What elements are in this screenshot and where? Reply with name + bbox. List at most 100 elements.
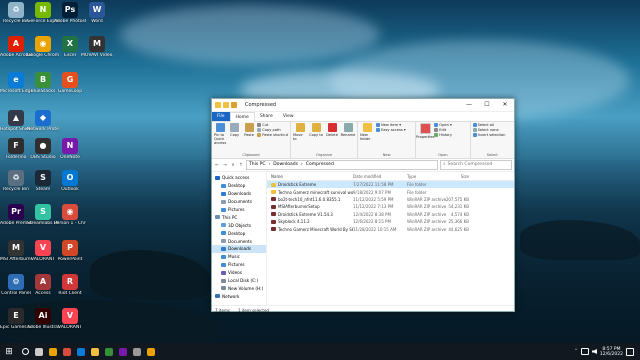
cut-button[interactable]: Cut xyxy=(257,123,288,127)
nav-item[interactable]: Documents xyxy=(212,237,266,245)
tab-file[interactable]: File xyxy=(212,112,230,121)
nav-item[interactable]: Pictures xyxy=(212,261,266,269)
properties-icon xyxy=(419,123,431,134)
nav-item[interactable]: This PC xyxy=(212,213,266,221)
minimize-button[interactable]: — xyxy=(460,99,478,111)
taskbar-search-button[interactable] xyxy=(18,343,32,360)
breadcrumb-compressed[interactable]: Compressed xyxy=(306,161,334,169)
taskbar-chrome-2-button[interactable] xyxy=(60,343,74,360)
taskbar-edge-button[interactable] xyxy=(74,343,88,360)
file-row[interactable]: Techno Gamerz minecraft survival world .… xyxy=(267,188,514,195)
taskbar-obs-button[interactable] xyxy=(130,343,144,360)
clock[interactable]: 8:57 PM 12/6/2022 xyxy=(600,347,623,357)
forward-button[interactable]: → xyxy=(222,163,228,168)
copy-path-button[interactable]: Copy path xyxy=(257,128,288,132)
nav-item[interactable]: Documents xyxy=(212,198,266,206)
nav-item[interactable]: Network xyxy=(212,292,266,300)
tab-share[interactable]: Share xyxy=(255,112,278,121)
close-button[interactable]: ✕ xyxy=(496,99,514,111)
select-all-button[interactable]: Select all xyxy=(472,123,506,127)
file-row[interactable]: Droidstick Extreme V1.54.3 12/4/2022 8:38… xyxy=(267,211,514,218)
new-item-button[interactable]: New item ▾ xyxy=(376,123,406,127)
history-button[interactable]: History xyxy=(434,133,452,137)
desktop-icon[interactable]: N OneNote xyxy=(54,138,86,160)
nav-item[interactable]: Downloads xyxy=(212,190,266,198)
file-size: 4,574 KB xyxy=(450,211,469,217)
taskbar-task-view-button[interactable] xyxy=(32,343,46,360)
archive-icon xyxy=(271,197,276,202)
new-folder-button[interactable]: New folder xyxy=(360,123,374,152)
taskbar-file-explorer-button[interactable] xyxy=(88,343,102,360)
search-input[interactable]: ⌕ Search Compressed xyxy=(440,160,512,170)
file-row[interactable]: Droidstick Extreme 7/27/2022 11:58 PM File… xyxy=(267,181,514,189)
column-type[interactable]: Type xyxy=(407,174,445,179)
nav-item[interactable]: Desktop xyxy=(212,229,266,237)
nav-item[interactable]: Videos xyxy=(212,269,266,277)
taskbar-chrome-button[interactable] xyxy=(46,343,60,360)
paste-button[interactable]: Paste xyxy=(243,123,255,152)
properties-button[interactable]: Properties xyxy=(416,123,434,152)
invert-selection-button[interactable]: Invert selection xyxy=(472,133,505,137)
file-row[interactable]: Techno Gamerz Minecraft World By SHA... 1… xyxy=(267,225,514,232)
easy-access-button[interactable]: Easy access ▾ xyxy=(376,128,406,132)
desktop-icon[interactable]: MMOVAVI Video... xyxy=(81,36,113,58)
file-name: Droidstick Extreme V1.54.3 xyxy=(278,211,333,217)
column-size[interactable]: Size xyxy=(445,174,469,179)
breadcrumb-downloads[interactable]: Downloads xyxy=(273,161,298,169)
up-button[interactable]: ↑ xyxy=(238,163,244,168)
network-icon[interactable] xyxy=(580,348,589,355)
breadcrumb-this-pc[interactable]: This PC xyxy=(249,161,265,169)
folder-icon[interactable] xyxy=(215,102,221,108)
nav-item[interactable]: Downloads xyxy=(212,245,266,253)
edit-button[interactable]: Edit xyxy=(434,128,452,132)
nav-item[interactable]: 3D Objects xyxy=(212,221,266,229)
move-to-button[interactable]: Move to xyxy=(293,123,307,152)
taskbar-chrome-3-button[interactable] xyxy=(144,343,158,360)
file-row[interactable]: Skyblock 4.11.2 12/6/2022 8:15 PM WinRAR Z… xyxy=(267,218,514,225)
column-name[interactable]: Name xyxy=(267,174,353,179)
back-button[interactable]: ← xyxy=(214,163,220,168)
rename-button[interactable]: Rename xyxy=(341,123,355,152)
maximize-button[interactable]: ☐ xyxy=(478,99,496,111)
taskbar-app-purple-button[interactable] xyxy=(116,343,130,360)
folder-icon[interactable] xyxy=(223,102,229,108)
move-to-icon xyxy=(295,123,305,132)
column-date-modified[interactable]: Date modified xyxy=(353,174,407,179)
address-bar[interactable]: This PC › Downloads › Compressed xyxy=(246,160,438,170)
desktop-icon[interactable]: ◆Network Protect... xyxy=(27,110,59,132)
desktop-icon[interactable]: O Outlook xyxy=(54,170,86,192)
open-button[interactable]: Open ▾ xyxy=(434,123,452,127)
nav-item[interactable]: New Volume (H:) xyxy=(212,284,266,292)
nav-item[interactable]: Pictures xyxy=(212,206,266,214)
start-button[interactable]: ⊞ xyxy=(0,343,18,360)
tab-view[interactable]: View xyxy=(278,112,299,121)
file-date: 9/18/2022 9:07 PM xyxy=(353,189,391,195)
desktop-icon[interactable]: G GameLoop xyxy=(54,72,86,94)
tray-overflow-icon[interactable]: ⌃ xyxy=(574,349,578,354)
paste-shortcut-button[interactable]: Paste shortcut xyxy=(257,133,288,137)
file-name: bo2t-tech10_nfnt11.6.0.8355.1 xyxy=(278,196,341,202)
delete-button[interactable]: Delete xyxy=(325,123,339,152)
desktop-icon[interactable]: ◉Person 1 - Chrome xyxy=(54,204,86,226)
copy-button[interactable]: Copy xyxy=(228,123,240,152)
paste-shortcut-label: Paste shortcut xyxy=(262,133,289,137)
recent-locations-button[interactable]: ∨ xyxy=(230,163,236,168)
desktop-icon[interactable]: V VALORANT xyxy=(54,308,86,330)
tab-home[interactable]: Home xyxy=(229,111,255,122)
file-row[interactable]: MSIAfterburnerSetup 11/12/2022 7:13 PM Win… xyxy=(267,203,514,210)
taskbar-app-green-button[interactable] xyxy=(102,343,116,360)
folder-icon[interactable] xyxy=(231,102,237,108)
desktop-icon[interactable]: P PowerPoint xyxy=(54,240,86,262)
desktop-icon[interactable]: R Riot Client xyxy=(54,274,86,296)
nav-item[interactable]: Desktop xyxy=(212,182,266,190)
nav-item[interactable]: Quick access xyxy=(212,174,266,182)
notifications-icon[interactable] xyxy=(626,347,634,356)
nav-item[interactable]: Local Disk (C:) xyxy=(212,277,266,285)
copy-to-button[interactable]: Copy to xyxy=(309,123,323,152)
file-row[interactable]: bo2t-tech10_nfnt11.6.0.8355.1 11/12/2022 … xyxy=(267,196,514,203)
pin-quick-access-button[interactable]: Pin to Quick access xyxy=(214,123,226,152)
desktop-icon[interactable]: W Word xyxy=(81,2,113,24)
nav-item[interactable]: Music xyxy=(212,253,266,261)
volume-icon[interactable] xyxy=(591,349,597,354)
select-none-button[interactable]: Select none xyxy=(472,128,506,132)
